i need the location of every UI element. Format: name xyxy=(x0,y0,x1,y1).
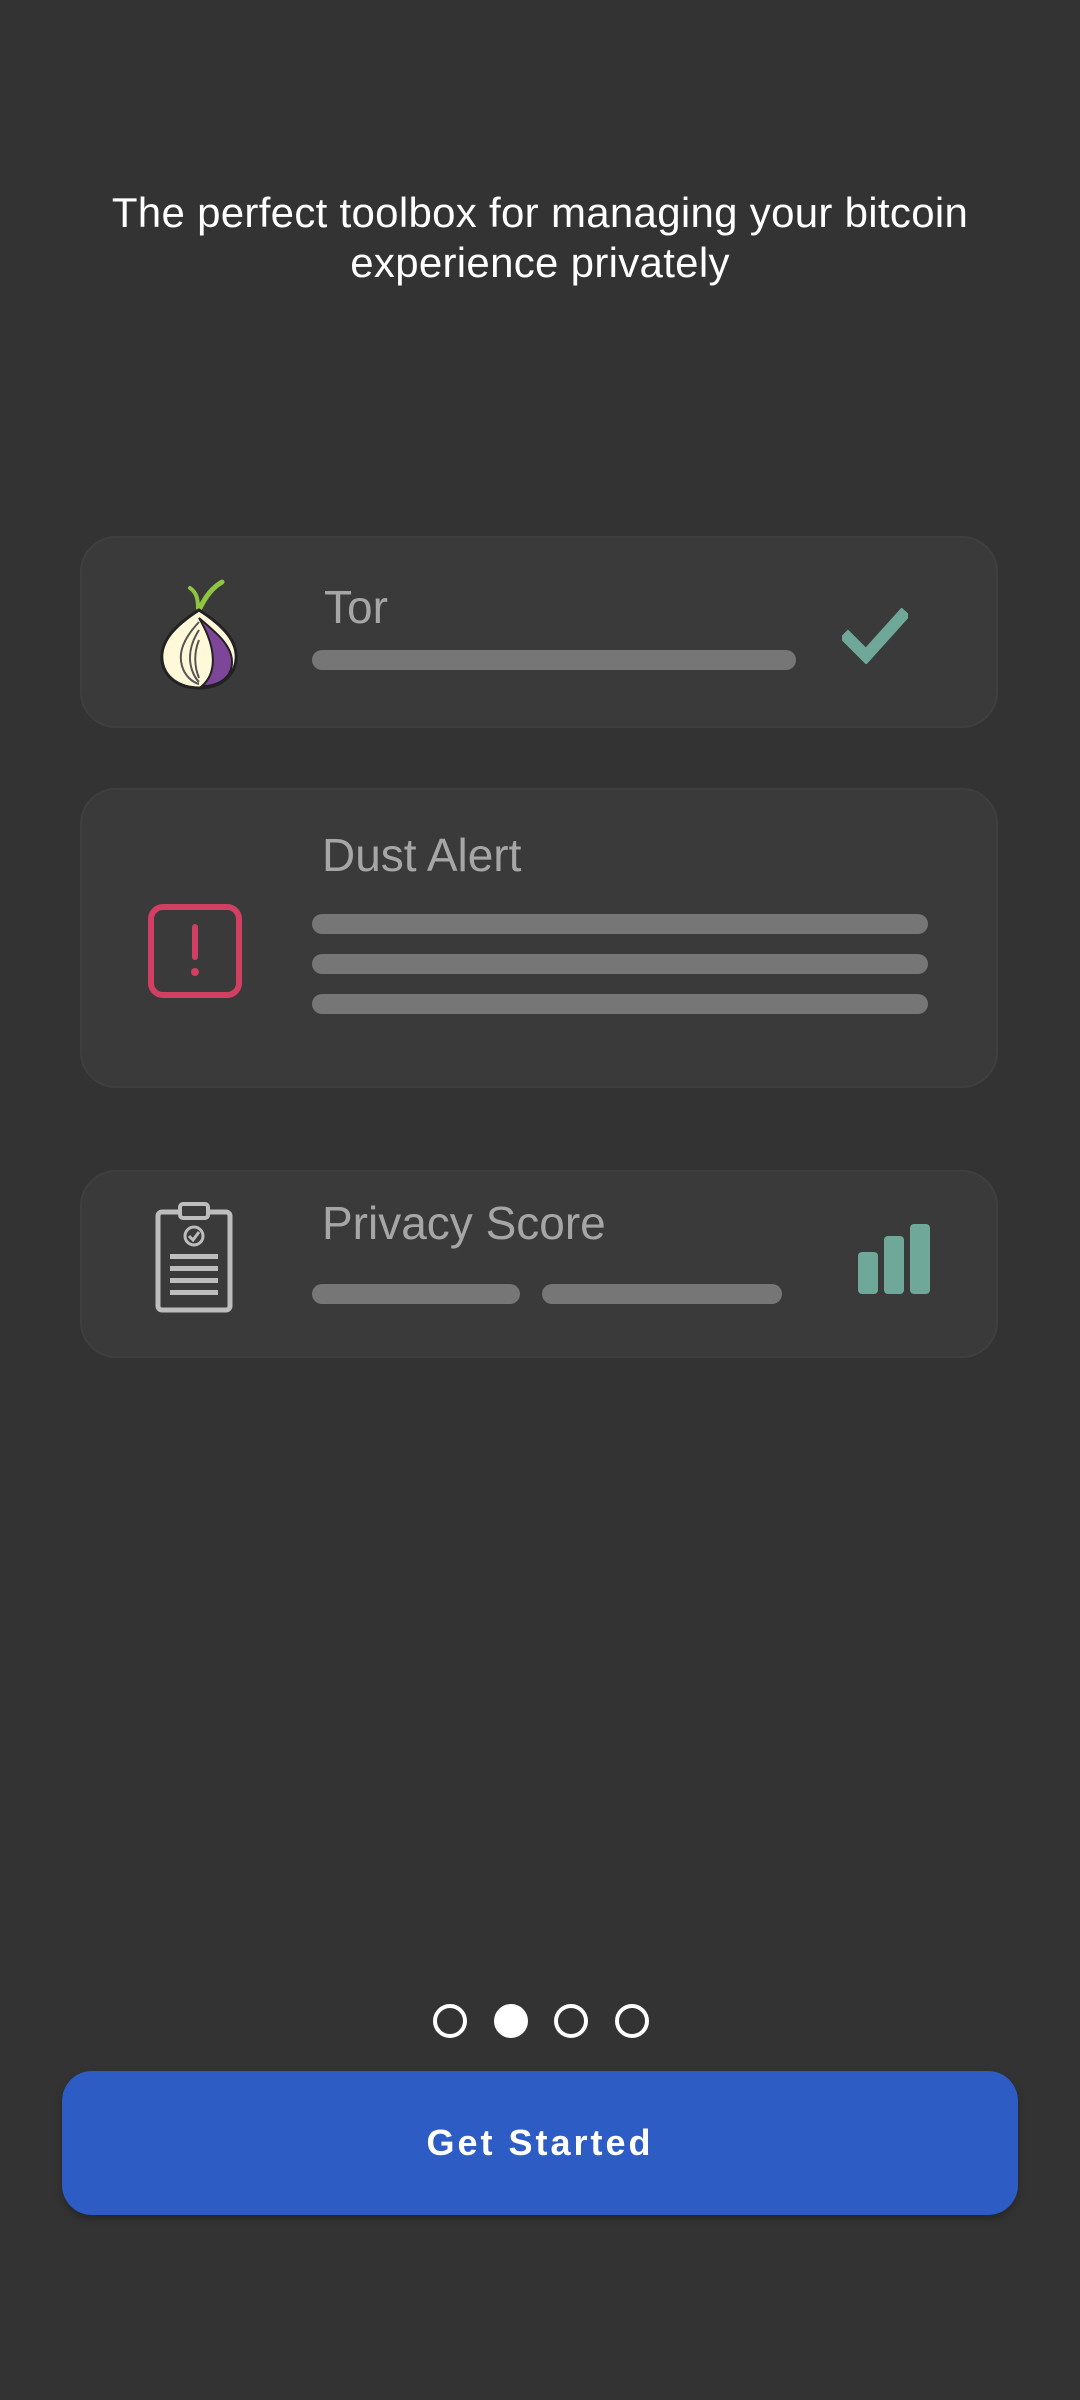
page-dot-1[interactable] xyxy=(433,2004,467,2038)
privacy-score-card: Privacy Score xyxy=(80,1170,998,1358)
dust-alert-placeholder-bar xyxy=(312,994,928,1014)
tor-placeholder-bar xyxy=(312,650,796,670)
get-started-button[interactable]: Get Started xyxy=(62,2071,1018,2215)
page-dot-2[interactable] xyxy=(494,2004,528,2038)
dust-alert-placeholder-bar xyxy=(312,954,928,974)
dust-alert-card: Dust Alert xyxy=(80,788,998,1088)
page-dot-3[interactable] xyxy=(554,2004,588,2038)
tor-title: Tor xyxy=(324,581,388,633)
page-dot-4[interactable] xyxy=(615,2004,649,2038)
checkmark-icon xyxy=(839,607,911,665)
privacy-score-placeholder-bar xyxy=(312,1284,520,1304)
onboarding-headline: The perfect toolbox for managing your bi… xyxy=(111,189,969,286)
tor-card: Tor xyxy=(80,536,998,728)
privacy-score-placeholder-bar xyxy=(542,1284,782,1304)
privacy-score-title: Privacy Score xyxy=(322,1197,606,1249)
tor-onion-icon xyxy=(154,578,244,690)
bar-chart-icon xyxy=(856,1222,932,1296)
dust-alert-placeholder-bar xyxy=(312,914,928,934)
page-indicator xyxy=(0,2002,1080,2038)
clipboard-icon xyxy=(154,1202,234,1314)
dust-alert-title: Dust Alert xyxy=(322,829,522,881)
alert-icon xyxy=(148,904,242,998)
